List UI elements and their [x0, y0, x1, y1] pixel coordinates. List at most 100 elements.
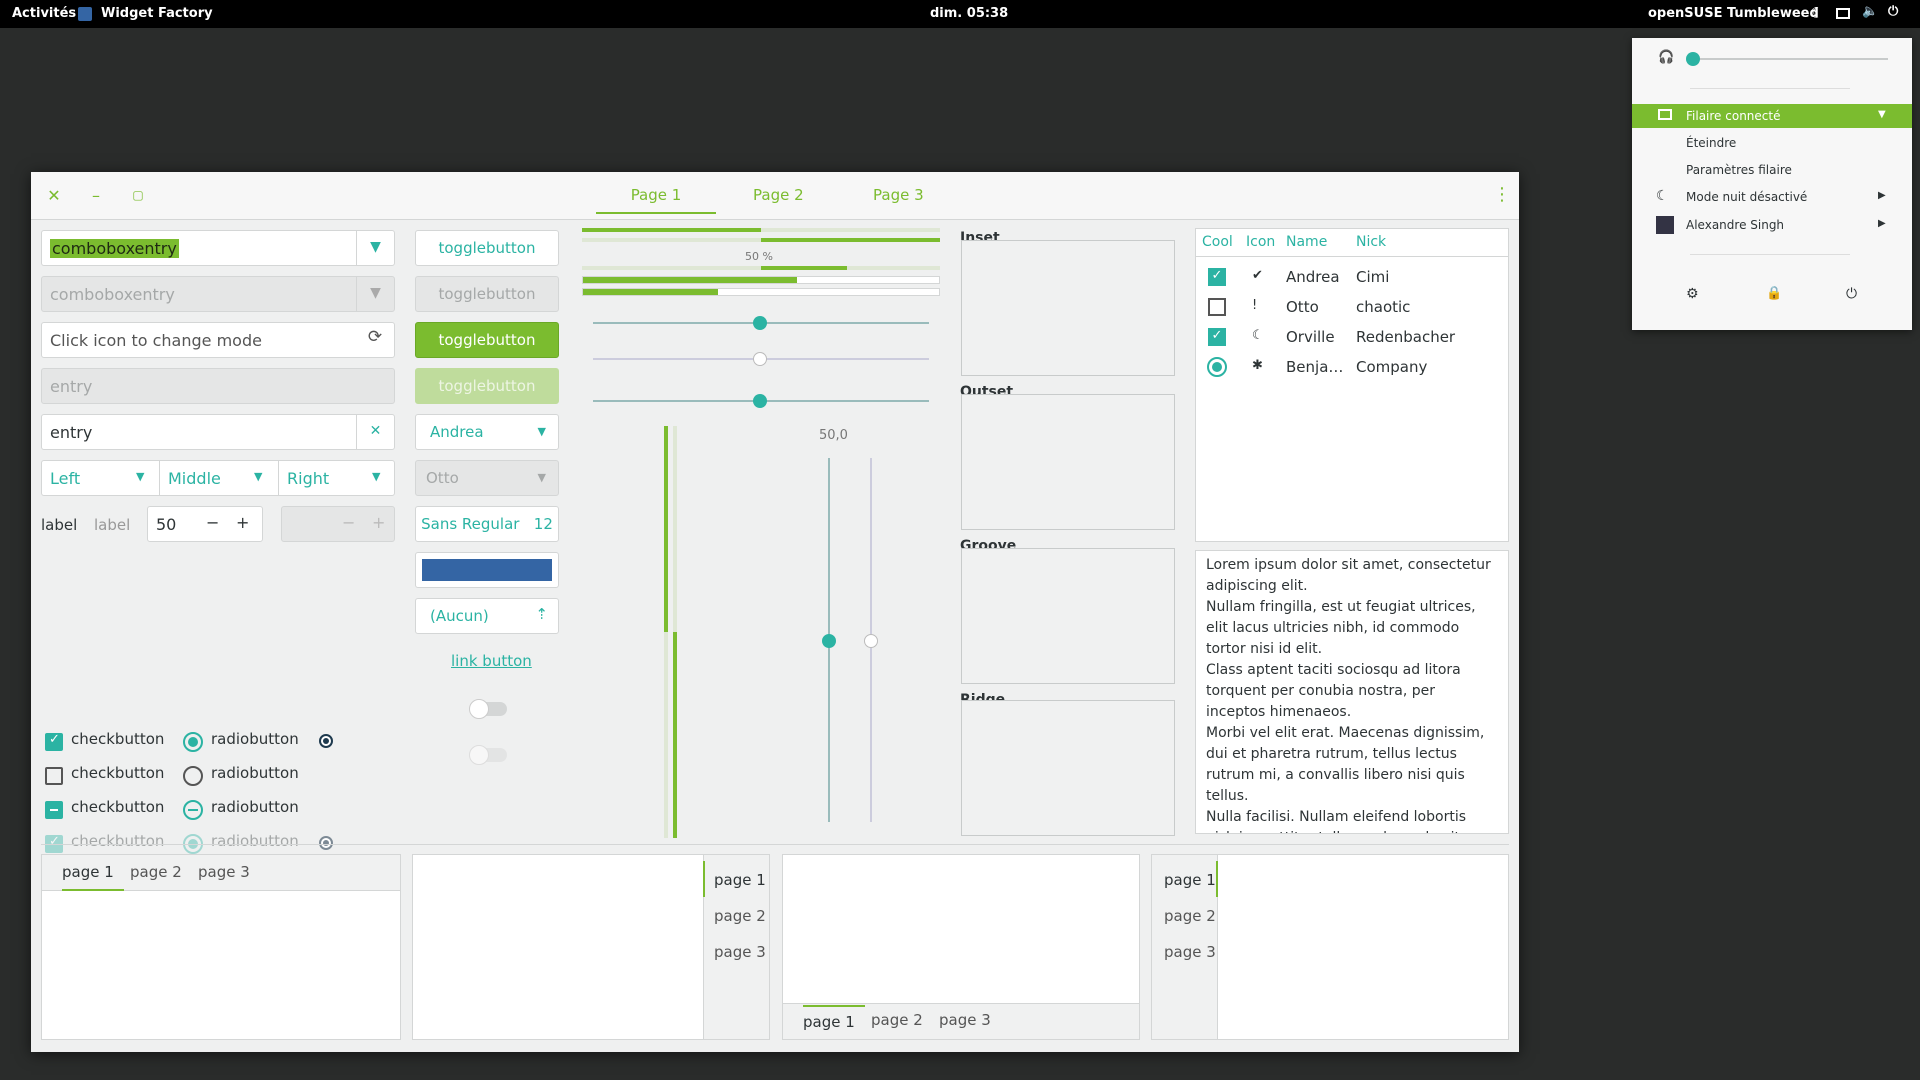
- notebook-tab[interactable]: page 2: [1164, 907, 1216, 925]
- menu-item-settings[interactable]: Paramètres filaire: [1686, 163, 1792, 177]
- mode-entry[interactable]: Click icon to change mode ⟳: [41, 322, 395, 358]
- toggle-button-active[interactable]: togglebutton: [415, 322, 559, 358]
- checkbox[interactable]: [45, 801, 63, 819]
- clock[interactable]: dim. 05:38: [930, 6, 1008, 21]
- linked-combos: Left ▼ Middle ▼ Right ▼: [41, 460, 395, 496]
- text-paragraph: Lorem ipsum dolor sit amet, consectetur …: [1206, 557, 1491, 594]
- radio-indicator[interactable]: [319, 836, 333, 850]
- link-button[interactable]: link button: [451, 652, 532, 670]
- spin-button-disabled: − +: [281, 506, 395, 542]
- notebook-tab[interactable]: page 2: [871, 1011, 923, 1029]
- hscale-marks[interactable]: [593, 394, 929, 408]
- column-name[interactable]: Name: [1286, 234, 1327, 250]
- wired-label: Filaire connecté: [1686, 109, 1781, 123]
- menu-item-off[interactable]: Éteindre: [1686, 136, 1736, 150]
- chevron-down-icon[interactable]: ▼: [356, 231, 394, 265]
- radio-button[interactable]: [183, 732, 203, 752]
- tab-page-1[interactable]: Page 1: [596, 186, 716, 214]
- label-disabled: label: [94, 516, 131, 534]
- tab-page-3[interactable]: Page 3: [873, 186, 924, 204]
- notebook-tab[interactable]: page 1: [803, 1005, 865, 1031]
- radio-button[interactable]: [1207, 357, 1227, 377]
- maximize-button[interactable]: ▢: [127, 188, 149, 202]
- notebook-tab[interactable]: page 1: [1164, 871, 1216, 889]
- clear-icon[interactable]: ✕: [356, 415, 394, 449]
- combo-entry[interactable]: comboboxentry ▼: [41, 230, 395, 266]
- combo-entry-disabled: comboboxentry ▼: [41, 276, 395, 312]
- table-row[interactable]: ✱ Benja… Company: [1196, 353, 1508, 381]
- tree-header: Cool Icon Name Nick: [1196, 229, 1508, 257]
- combo-right[interactable]: Right: [287, 469, 329, 488]
- file-chooser-button[interactable]: (Aucun) ⇡: [415, 598, 559, 634]
- refresh-icon[interactable]: ⟳: [356, 323, 394, 357]
- text-paragraph: Morbi vel elit erat. Maecenas dignissim,…: [1206, 725, 1485, 804]
- scale-slider[interactable]: [753, 394, 767, 408]
- switch-off[interactable]: [469, 699, 507, 719]
- table-row[interactable]: ! Otto chaotic: [1196, 293, 1508, 321]
- checkbox[interactable]: ✓: [1208, 328, 1226, 346]
- lock-icon[interactable]: 🔒: [1766, 286, 1782, 301]
- notebook-tab[interactable]: page 3: [198, 863, 250, 881]
- font-button[interactable]: Sans Regular 12: [415, 506, 559, 542]
- menu-icon[interactable]: ⋮: [1491, 184, 1513, 205]
- activities-button[interactable]: Activités: [12, 6, 76, 21]
- row-name: Benja…: [1286, 358, 1344, 376]
- progress-label: 50 %: [745, 250, 773, 263]
- radio-button[interactable]: [183, 800, 203, 820]
- tab-page-2[interactable]: Page 2: [753, 186, 804, 204]
- color-button[interactable]: [415, 552, 559, 588]
- vscale-1[interactable]: [822, 458, 836, 822]
- notebook-tab[interactable]: page 3: [939, 1011, 991, 1029]
- table-row[interactable]: ✓ ✔ Andrea Cimi: [1196, 263, 1508, 291]
- checkbox[interactable]: [45, 767, 63, 785]
- notebook-tab[interactable]: page 2: [714, 907, 766, 925]
- minus-icon[interactable]: −: [206, 513, 219, 532]
- scale-slider[interactable]: [822, 634, 836, 648]
- plus-icon[interactable]: +: [236, 513, 249, 532]
- entry-field[interactable]: entry ✕: [41, 414, 395, 450]
- row-name: Otto: [1286, 298, 1319, 316]
- column-icon[interactable]: Icon: [1246, 234, 1275, 250]
- headphones-icon: 🎧: [1658, 50, 1675, 65]
- checkbox[interactable]: ✓: [1208, 268, 1226, 286]
- close-button[interactable]: ✕: [43, 186, 65, 205]
- settings-icon[interactable]: ⚙: [1686, 286, 1699, 302]
- frame-outset: [961, 394, 1175, 530]
- volume-slider[interactable]: [1686, 52, 1888, 66]
- vprogress-1: [664, 426, 668, 838]
- volume-knob[interactable]: [1686, 52, 1700, 66]
- column-cool[interactable]: Cool: [1202, 234, 1233, 250]
- checkbox[interactable]: [1208, 298, 1226, 316]
- combo-andrea[interactable]: Andrea ▼: [415, 414, 559, 450]
- radio-button[interactable]: [183, 766, 203, 786]
- checkbox[interactable]: ✓: [45, 732, 63, 751]
- switch-knob: [469, 745, 489, 765]
- text-view[interactable]: Lorem ipsum dolor sit amet, consectetur …: [1195, 550, 1509, 834]
- radio-indicator[interactable]: [319, 734, 333, 748]
- power-icon[interactable]: ⏻: [1846, 286, 1857, 302]
- minimize-button[interactable]: –: [85, 186, 107, 205]
- os-label: openSUSE Tumbleweed: [1648, 6, 1819, 21]
- text-paragraph: Nullam fringilla, est ut feugiat ultrice…: [1206, 599, 1476, 657]
- notebook-tab[interactable]: page 1: [62, 863, 124, 891]
- notebook-tab[interactable]: page 1: [714, 871, 766, 889]
- notebook-tab[interactable]: page 3: [1164, 943, 1216, 961]
- column-nick[interactable]: Nick: [1356, 234, 1386, 250]
- toggle-button[interactable]: togglebutton: [415, 230, 559, 266]
- wired-menu[interactable]: Filaire connecté ▼: [1632, 104, 1912, 128]
- combo-left[interactable]: Left: [50, 469, 80, 488]
- menu-item-night[interactable]: Mode nuit désactivé: [1686, 190, 1807, 204]
- power-icon[interactable]: ⏻: [1888, 4, 1898, 19]
- table-row[interactable]: ✓ ☾ Orville Redenbacher: [1196, 323, 1508, 351]
- scale-slider[interactable]: [753, 316, 767, 330]
- progress-bar-1: [582, 228, 940, 232]
- menu-item-user[interactable]: Alexandre Singh: [1686, 218, 1784, 232]
- notebook-tab[interactable]: page 2: [130, 863, 182, 881]
- app-menu[interactable]: Widget Factory: [101, 6, 213, 21]
- tree-view[interactable]: Cool Icon Name Nick ✓ ✔ Andrea Cimi! Otto cha…: [1195, 228, 1509, 542]
- notebook-tab[interactable]: page 3: [714, 943, 766, 961]
- hscale-1[interactable]: [593, 316, 929, 330]
- combo-middle[interactable]: Middle: [168, 469, 221, 488]
- spin-button[interactable]: 50− +: [147, 506, 263, 542]
- chevron-down-icon: ▼: [372, 470, 381, 483]
